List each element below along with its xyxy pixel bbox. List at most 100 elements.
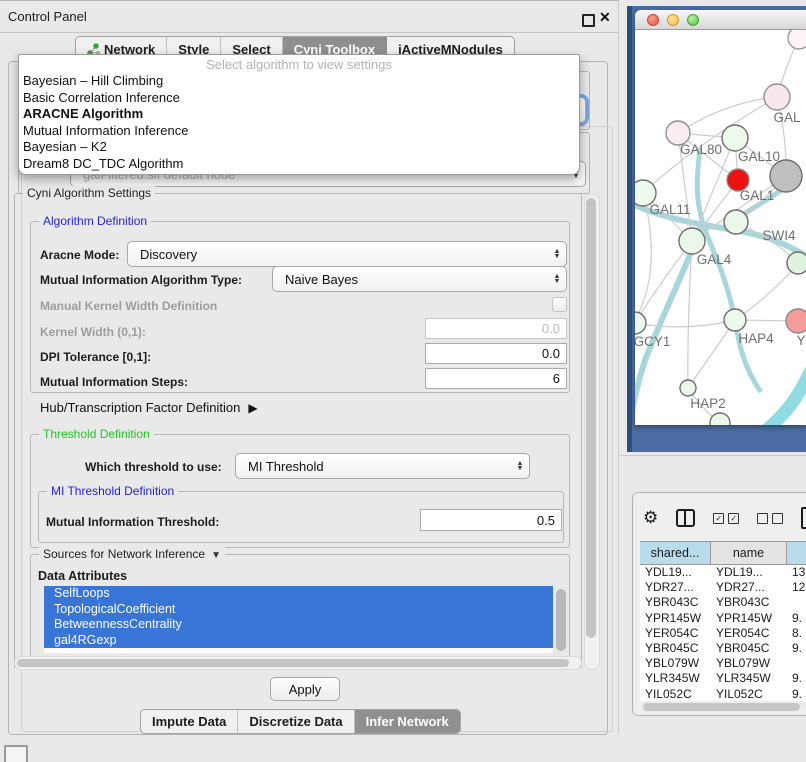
table-cell: 13 <box>787 565 806 580</box>
minimized-panel-icon[interactable] <box>4 745 28 762</box>
column-header-name[interactable]: name <box>711 542 787 564</box>
data-attributes-list[interactable]: SelfLoopsTopologicalCoefficientBetweenne… <box>44 586 553 653</box>
node-table: shared...nameA YDL19...YDL19...13YDR27..… <box>640 541 806 702</box>
table-cell: 9. <box>787 687 806 702</box>
manual-kernel-label: Manual Kernel Width Definition <box>40 299 217 313</box>
algorithm-option-bayesian-hill-climbing[interactable]: Bayesian – Hill Climbing <box>19 73 579 90</box>
stepper-icon: ▲▼ <box>511 461 529 471</box>
aracne-mode-combo[interactable]: Discovery ▲▼ <box>127 241 567 267</box>
settings-vscrollbar-track[interactable] <box>584 194 600 670</box>
node-label-gal11: GAL11 <box>649 202 690 217</box>
table-row[interactable]: YBR045CYBR045C9. <box>640 641 806 656</box>
tab-discretize-data[interactable]: Discretize Data <box>238 710 354 733</box>
columns-icon[interactable] <box>676 509 695 527</box>
which-threshold-combo[interactable]: MI Threshold ▲▼ <box>235 453 530 479</box>
column-header-a[interactable]: A <box>787 542 806 564</box>
float-window-icon[interactable] <box>582 14 595 27</box>
deselect-all-checks-icon[interactable] <box>757 513 783 524</box>
table-cell <box>787 595 806 610</box>
algorithm-option-bayesian-k2[interactable]: Bayesian – K2 <box>19 139 579 156</box>
algorithm-option-aracne-algorithm[interactable]: ARACNE Algorithm <box>19 106 579 123</box>
select-all-checks-icon[interactable]: ✓✓ <box>713 513 739 524</box>
attribute-item-betweennesscentrality[interactable]: BetweennessCentrality <box>44 617 553 633</box>
dpi-tolerance-field[interactable] <box>425 343 567 364</box>
minimize-traffic-light-icon[interactable] <box>667 14 679 26</box>
stepper-icon: ▲▼ <box>548 249 566 259</box>
node-hap2[interactable] <box>680 380 696 396</box>
algorithm-option-dream8-dc-tdc-algorithm[interactable]: Dream8 DC_TDC Algorithm <box>19 156 579 173</box>
attributes-scrollbar[interactable] <box>556 589 566 651</box>
kernel-width-field[interactable] <box>425 318 567 339</box>
collapsed-arrow-icon: ▶ <box>248 401 257 415</box>
node-label-gal1: GAL1 <box>740 188 775 203</box>
table-header-row: shared...nameA <box>640 541 806 565</box>
table-hscrollbar-track[interactable] <box>640 701 806 712</box>
table-row[interactable]: YBL079WYBL079W <box>640 656 806 671</box>
table-cell: YPR145W <box>640 611 711 626</box>
attribute-item-selfloops[interactable]: SelfLoops <box>44 586 553 602</box>
mi-steps-field[interactable] <box>425 368 567 389</box>
table-hscrollbar-thumb[interactable] <box>643 703 800 711</box>
zoom-traffic-light-icon[interactable] <box>687 14 699 26</box>
mi-type-combo[interactable]: Naive Bayes ▲▼ <box>272 266 567 292</box>
table-cell: 9. <box>787 671 806 686</box>
node-swi4[interactable] <box>724 210 748 234</box>
algorithm-option-basic-correlation-inference[interactable]: Basic Correlation Inference <box>19 90 579 107</box>
node-gal10[interactable] <box>722 125 748 151</box>
column-header-shared[interactable]: shared... <box>640 542 711 564</box>
stepper-icon: ▲▼ <box>548 274 566 284</box>
manual-kernel-checkbox[interactable] <box>552 297 567 312</box>
tab-label: Impute Data <box>152 714 226 729</box>
table-toolbar: ⚙ ✓✓ <box>643 503 806 533</box>
node-gal-top[interactable] <box>764 84 790 110</box>
settings-hscrollbar-track[interactable] <box>14 656 582 670</box>
table-row[interactable]: YLR345WYLR345W9. <box>640 671 806 686</box>
table-cell: YPR145W <box>711 611 787 626</box>
node-gal4[interactable] <box>679 228 705 254</box>
close-icon[interactable]: ✕ <box>599 9 611 26</box>
table-cell: YER054C <box>711 626 787 641</box>
table-cell: YIL052C <box>640 687 711 702</box>
node-green-bottom[interactable] <box>710 413 730 425</box>
table-row[interactable]: YDR27...YDR27...12 <box>640 580 806 595</box>
table-row[interactable]: YER054CYER054C8. <box>640 626 806 641</box>
tab-impute-data[interactable]: Impute Data <box>141 710 238 733</box>
mi-threshold-field[interactable] <box>420 509 562 531</box>
attribute-item-gal4rgexp[interactable]: gal4RGexp <box>44 633 553 649</box>
node-label-gal10: GAL10 <box>738 149 780 164</box>
node-pink-topright[interactable] <box>788 30 806 49</box>
export-table-icon[interactable] <box>801 507 806 529</box>
table-row[interactable]: YDL19...YDL19...13 <box>640 565 806 580</box>
table-row[interactable]: YPR145WYPR145W9. <box>640 611 806 626</box>
close-traffic-light-icon[interactable] <box>647 14 659 26</box>
table-cell: YDL19... <box>711 565 787 580</box>
node-gcy1[interactable] <box>635 312 646 334</box>
threshold-definition-title: Threshold Definition <box>39 427 154 441</box>
node-green-right[interactable] <box>787 252 806 274</box>
mi-type-value: Naive Bayes <box>273 272 548 287</box>
tab-infer-network[interactable]: Infer Network <box>355 710 460 733</box>
table-panel: ⚙ ✓✓ shared...nameA YDL19...YDL19...13YD… <box>632 492 806 716</box>
node-label-swi4: SWI4 <box>762 228 795 243</box>
node-label-gal80: GAL80 <box>680 142 722 157</box>
table-cell: YBR045C <box>640 641 711 656</box>
algorithm-option-mutual-information-inference[interactable]: Mutual Information Inference <box>19 123 579 140</box>
node-salmon[interactable] <box>786 309 806 333</box>
gear-icon[interactable]: ⚙ <box>643 508 658 528</box>
sources-title[interactable]: Sources for Network Inference▼ <box>39 547 225 561</box>
settings-hscrollbar-thumb[interactable] <box>17 659 569 667</box>
table-cell: YBL079W <box>640 656 711 671</box>
apply-button[interactable]: Apply <box>270 677 340 701</box>
network-canvas[interactable]: GALGAL80GAL10GAL1GAL11SWI4GAL4GCY1HAP4YH… <box>635 30 806 425</box>
attribute-item-topologicalcoefficient[interactable]: TopologicalCoefficient <box>44 602 553 618</box>
table-cell: 9. <box>787 611 806 626</box>
mi-threshold-label: Mutual Information Threshold: <box>46 515 219 529</box>
settings-vscrollbar-thumb[interactable] <box>586 198 596 638</box>
node-gray[interactable] <box>770 160 802 192</box>
table-row[interactable]: YBR043CYBR043C <box>640 595 806 610</box>
table-cell: YDL19... <box>640 565 711 580</box>
hub-definition-toggle[interactable]: Hub/Transcription Factor Definition▶ <box>40 400 258 415</box>
node-hap4[interactable] <box>724 309 746 331</box>
table-cell: YBL079W <box>711 656 787 671</box>
table-row[interactable]: YIL052CYIL052C9. <box>640 687 806 702</box>
